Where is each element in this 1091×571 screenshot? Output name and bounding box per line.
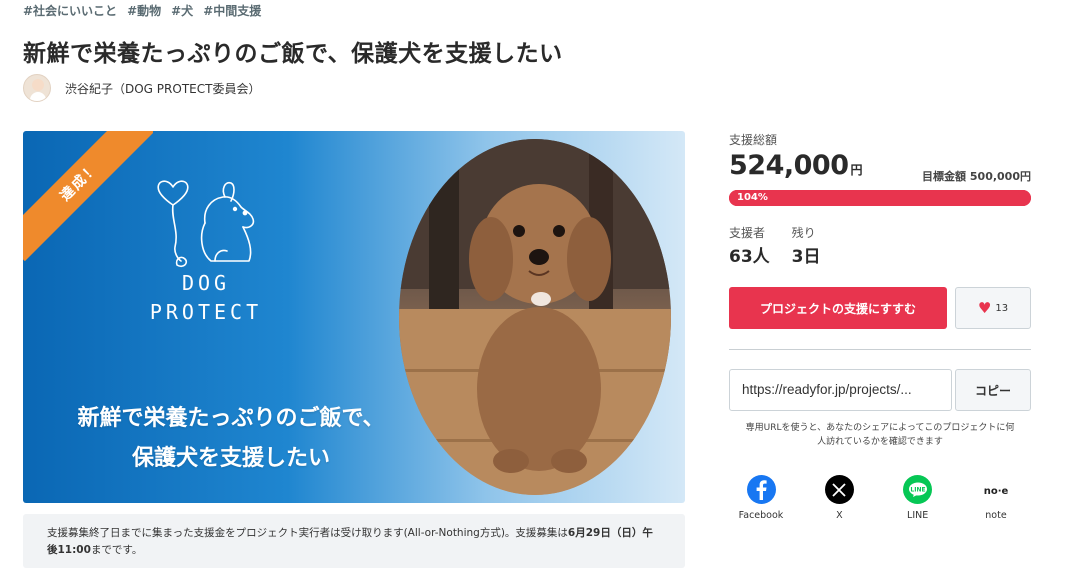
dog-balloon-logo-icon <box>157 180 255 268</box>
logo-line-protect: PROTECT <box>149 300 263 324</box>
tag-intermediary-support[interactable]: #中間支援 <box>203 2 261 19</box>
share-note-label: note <box>985 510 1007 521</box>
remaining-stat: 残り 3日 <box>792 224 821 267</box>
total-amount-label: 支援総額 <box>729 133 778 147</box>
share-buttons: Facebook X LINE LINE no·e note <box>729 475 1031 521</box>
favorite-button[interactable]: ♥ 13 <box>955 287 1031 329</box>
x-icon <box>824 475 854 504</box>
share-note[interactable]: no·e note <box>964 475 1028 521</box>
backers-stat: 支援者 63人 <box>729 224 770 267</box>
currency-label: 円 <box>850 163 863 177</box>
hero-caption-line-2: 保護犬を支援したい <box>131 446 330 471</box>
page-title: 新鮮で栄養たっぷりのご飯で、保護犬を支援したい <box>23 41 563 67</box>
share-line[interactable]: LINE LINE <box>886 475 950 521</box>
funding-sidebar: 支援総額 524,000 円 目標金額 500,000円 104% 支援者 63人… <box>729 131 1031 521</box>
project-owner[interactable]: 渋谷紀子（DOG PROTECT委員会） <box>23 74 260 102</box>
all-or-nothing-notice: 支援募集終了日までに集まった支援金をプロジェクト実行者は受け取ります(All-o… <box>23 514 685 568</box>
backers-value: 63人 <box>729 247 770 267</box>
poodle-illustration <box>399 139 671 495</box>
share-line-label: LINE <box>907 510 929 521</box>
notice-text-before: 支援募集終了日までに集まった支援金をプロジェクト実行者は受け取ります(All-o… <box>47 527 568 539</box>
dog-protect-logo: DOG PROTECT <box>141 269 271 327</box>
heart-icon: ♥ <box>977 298 992 317</box>
stats-row: 支援者 63人 残り 3日 <box>729 224 1031 267</box>
tag-social-good[interactable]: #社会にいいこと <box>23 2 117 19</box>
progress-bar: 104% <box>729 190 1031 206</box>
facebook-icon <box>746 475 776 504</box>
achieved-ribbon: 達成！ <box>23 131 153 261</box>
progress-percent: 104% <box>737 192 768 203</box>
share-url-field[interactable]: https://readyfor.jp/projects/... <box>729 369 952 411</box>
share-url-row: https://readyfor.jp/projects/... コピー <box>729 369 1031 411</box>
avatar[interactable] <box>23 74 51 102</box>
owner-name[interactable]: 渋谷紀子（DOG PROTECT委員会） <box>65 80 260 97</box>
hero-caption-line-1: 新鮮で栄養たっぷりのご飯で、 <box>77 406 385 431</box>
target-value: 500,000円 <box>969 170 1031 183</box>
copy-url-button[interactable]: コピー <box>955 369 1031 411</box>
line-icon: LINE <box>903 475 933 504</box>
support-project-button[interactable]: プロジェクトの支援にすすむ <box>729 287 947 329</box>
achieved-badge: 達成！ <box>23 131 153 261</box>
target-label: 目標金額 <box>922 170 967 183</box>
svg-text:LINE: LINE <box>910 486 925 493</box>
svg-text:no·e: no·e <box>984 486 1009 496</box>
amount-row: 524,000 円 目標金額 500,000円 <box>729 150 1031 188</box>
logo-line-dog: DOG <box>181 271 231 295</box>
share-x-label: X <box>836 510 843 521</box>
share-url-note: 専用URLを使うと、あなたのシェアによってこのプロジェクトに何人訪れているかを確… <box>745 423 1015 447</box>
action-row: プロジェクトの支援にすすむ ♥ 13 <box>729 287 1031 329</box>
remaining-value: 3日 <box>791 247 821 267</box>
tag-list: #社会にいいこと #動物 #犬 #中間支援 <box>23 2 261 19</box>
tag-dogs[interactable]: #犬 <box>171 2 193 19</box>
notice-text-after: までです。 <box>90 544 143 556</box>
tag-animals[interactable]: #動物 <box>127 2 161 19</box>
note-icon: no·e <box>981 475 1011 504</box>
divider <box>729 349 1031 350</box>
total-amount: 524,000 <box>729 150 849 181</box>
share-facebook[interactable]: Facebook <box>729 475 793 521</box>
remaining-label: 残り <box>791 226 816 240</box>
share-facebook-label: Facebook <box>738 510 784 521</box>
dog-photo <box>399 139 671 495</box>
share-x[interactable]: X <box>807 475 871 521</box>
target-amount: 目標金額 500,000円 <box>922 168 1031 184</box>
backers-label: 支援者 <box>729 226 766 240</box>
hero-caption: 新鮮で栄養たっぷりのご飯で、 保護犬を支援したい <box>51 399 411 479</box>
favorite-count: 13 <box>995 302 1009 314</box>
progress-bar-fill <box>729 190 1031 206</box>
hero-image: 達成！ DOG PROTECT 新鮮で栄養たっぷりのご飯で、 保護犬を支援したい <box>23 131 685 503</box>
